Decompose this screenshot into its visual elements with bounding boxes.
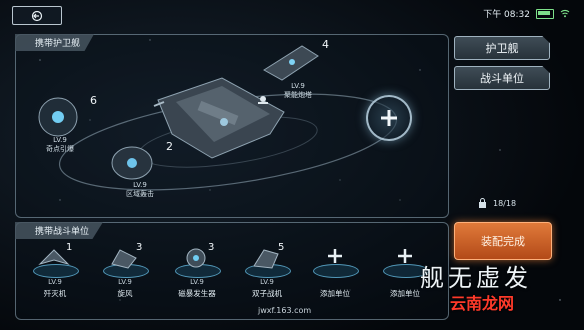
unit-3-count: 3 (208, 242, 215, 253)
escort-ship-2-level: LV.9 (53, 136, 67, 144)
escort-ship-3-name: 区域轰击 (126, 190, 154, 198)
game-screen: 下午 08:32 携带护卫舰 4 LV.9 聚能炮塔 6 LV.9 奇点引爆 2… (0, 0, 584, 330)
unit-1-level: LV.9 (48, 278, 62, 286)
game-title-watermark: 舰无虚发 (420, 264, 532, 292)
unit-3-level: LV.9 (190, 278, 204, 286)
add-escort-button[interactable] (366, 95, 412, 141)
unit-3-name: 磁暴发生器 (178, 289, 216, 298)
site-watermark: 云南龙网 (450, 294, 515, 313)
lock-icon (479, 198, 486, 208)
unit-1-name: 歼灭机 (43, 289, 67, 298)
escort-ship-1-image (263, 45, 319, 81)
unit-4-name: 双子战机 (252, 289, 282, 298)
unit-4-level: LV.9 (260, 278, 274, 286)
combat-unit-tab-button[interactable]: 战斗单位 (454, 66, 550, 90)
add-unit-1-label: 添加单位 (320, 289, 350, 298)
escort-ship-1-level: LV.9 (291, 82, 305, 90)
plus-icon (328, 249, 342, 263)
escort-ship-2-image (38, 97, 78, 137)
clock-text: 下午 08:32 (483, 10, 530, 20)
unit-2-name: 旋风 (117, 289, 133, 298)
escort-ship-2-count: 6 (90, 94, 97, 107)
escort-ship-1-label[interactable]: LV.9 聚能炮塔 (268, 82, 328, 100)
unit-platform (313, 264, 359, 278)
confirm-loadout-button[interactable]: 装配完成 (454, 222, 552, 260)
battery-icon (536, 8, 554, 19)
escort-ship-3-label[interactable]: LV.9 区域轰击 (110, 181, 170, 199)
wifi-icon (560, 9, 570, 18)
capacity-indicator: 18/18 (478, 198, 516, 208)
status-bar: 下午 08:32 (483, 7, 570, 20)
escort-ship-1-count: 4 (322, 38, 329, 51)
plus-icon (381, 110, 397, 126)
escort-ship-2-name: 奇点引爆 (46, 145, 74, 153)
unit-2-level: LV.9 (118, 278, 132, 286)
capacity-text: 18/18 (493, 198, 517, 208)
escort-ship-1-name: 聚能炮塔 (284, 91, 312, 99)
escort-tab-button[interactable]: 护卫舰 (454, 36, 550, 60)
back-button[interactable] (12, 6, 62, 25)
escort-ship-3-image (111, 146, 153, 180)
back-arrow-icon (31, 10, 43, 21)
turret-icon (258, 96, 268, 104)
escort-ship-2-label[interactable]: LV.9 奇点引爆 (30, 136, 90, 154)
url-watermark: jwxf.163.com (258, 306, 312, 315)
unit-1-count: 1 (66, 242, 73, 253)
escort-ship-3-count: 2 (166, 140, 173, 153)
unit-2-count: 3 (136, 242, 143, 253)
unit-4-count: 5 (278, 242, 285, 253)
escort-ship-3-level: LV.9 (133, 181, 147, 189)
plus-icon (398, 249, 412, 263)
combat-units-panel-title: 携带战斗单位 (15, 222, 104, 239)
